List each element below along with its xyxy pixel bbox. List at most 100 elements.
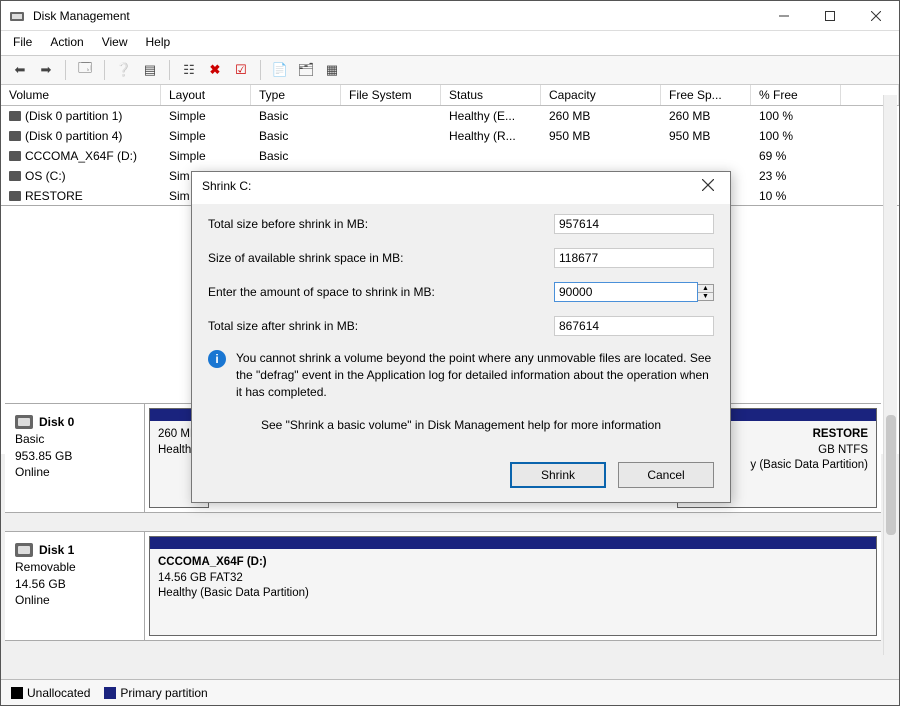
col-status[interactable]: Status <box>441 85 541 105</box>
volume-type: Basic <box>251 106 341 126</box>
menu-file[interactable]: File <box>13 35 32 49</box>
volume-fs <box>341 126 441 146</box>
legend: Unallocated Primary partition <box>1 679 899 705</box>
help-icon[interactable]: ❔ <box>113 59 135 81</box>
menu-bar: File Action View Help <box>1 31 899 55</box>
value-total-after <box>554 316 714 336</box>
toolbar: ⬅ ➡ 🗔 ❔ ▤ ☷ ✖ ☑ 📄 🗂 ▦ <box>1 55 899 85</box>
volume-free <box>661 146 751 166</box>
spinner-down-icon[interactable]: ▼ <box>698 293 713 300</box>
volume-free: 260 MB <box>661 106 751 126</box>
disk-type: Basic <box>15 431 134 448</box>
label-enter-amount: Enter the amount of space to shrink in M… <box>208 285 554 299</box>
menu-help[interactable]: Help <box>146 35 171 49</box>
volume-layout: Simple <box>161 126 251 146</box>
forward-icon[interactable]: ➡ <box>35 59 57 81</box>
info-icon: i <box>208 350 226 368</box>
close-button[interactable] <box>853 1 899 31</box>
volume-name: (Disk 0 partition 1) <box>25 109 122 123</box>
col-type[interactable]: Type <box>251 85 341 105</box>
shrink-button[interactable]: Shrink <box>510 462 606 488</box>
volume-pct: 100 % <box>751 126 841 146</box>
scrollbar[interactable] <box>883 95 897 655</box>
volume-type: Basic <box>251 126 341 146</box>
toolbar-separator <box>169 60 170 80</box>
volume-pct: 10 % <box>751 186 841 206</box>
volume-status: Healthy (R... <box>441 126 541 146</box>
volume-name: (Disk 0 partition 4) <box>25 129 122 143</box>
refresh-icon[interactable]: ☷ <box>178 59 200 81</box>
window-title: Disk Management <box>33 9 761 23</box>
back-icon[interactable]: ⬅ <box>9 59 31 81</box>
spinner-buttons[interactable]: ▲▼ <box>698 284 714 301</box>
maximize-button[interactable] <box>807 1 853 31</box>
value-total-before <box>554 214 714 234</box>
settings-icon[interactable]: ▦ <box>321 59 343 81</box>
col-pctfree[interactable]: % Free <box>751 85 841 105</box>
minimize-button[interactable] <box>761 1 807 31</box>
volume-capacity: 950 MB <box>541 126 661 146</box>
table-row[interactable]: CCCOMA_X64F (D:) Simple Basic 69 % <box>1 146 899 166</box>
col-capacity[interactable]: Capacity <box>541 85 661 105</box>
scrollbar-thumb[interactable] <box>886 415 896 535</box>
volume-free: 950 MB <box>661 126 751 146</box>
label-available: Size of available shrink space in MB: <box>208 251 554 265</box>
volume-type: Basic <box>251 146 341 166</box>
shrink-dialog: Shrink C: Total size before shrink in MB… <box>191 171 731 503</box>
volume-pct: 23 % <box>751 166 841 186</box>
table-row[interactable]: (Disk 0 partition 4) Simple Basic Health… <box>1 126 899 146</box>
volume-fs <box>341 106 441 126</box>
col-layout[interactable]: Layout <box>161 85 251 105</box>
toolbar-separator <box>260 60 261 80</box>
volume-name: CCCOMA_X64F (D:) <box>25 149 137 163</box>
volume-capacity <box>541 146 661 166</box>
window-titlebar: Disk Management <box>1 1 899 31</box>
spinner-up-icon[interactable]: ▲ <box>698 285 713 293</box>
volume-fs <box>341 146 441 166</box>
cancel-button[interactable]: Cancel <box>618 462 714 488</box>
volume-table-header: Volume Layout Type File System Status Ca… <box>1 85 899 106</box>
volume-layout: Simple <box>161 106 251 126</box>
volume-icon <box>9 191 21 201</box>
volume-name: RESTORE <box>25 189 83 203</box>
disk-name: Disk 0 <box>39 414 74 431</box>
volume-pct: 69 % <box>751 146 841 166</box>
col-filesystem[interactable]: File System <box>341 85 441 105</box>
volume-icon <box>9 151 21 161</box>
toolbar-separator <box>104 60 105 80</box>
properties-icon[interactable]: 🗔 <box>74 59 96 81</box>
legend-unallocated: Unallocated <box>11 686 90 700</box>
info-text: You cannot shrink a volume beyond the po… <box>236 350 714 400</box>
volume-icon <box>9 171 21 181</box>
app-icon <box>9 8 25 24</box>
label-total-after: Total size after shrink in MB: <box>208 319 554 333</box>
dialog-title: Shrink C: <box>202 179 251 193</box>
swatch-navy <box>104 687 116 699</box>
disk-info: Disk 0 Basic 953.85 GB Online <box>5 404 145 454</box>
table-row[interactable]: (Disk 0 partition 1) Simple Basic Health… <box>1 106 899 126</box>
col-free[interactable]: Free Sp... <box>661 85 751 105</box>
volume-icon <box>9 131 21 141</box>
volume-status: Healthy (E... <box>441 106 541 126</box>
value-available <box>554 248 714 268</box>
dialog-close-button[interactable] <box>696 178 720 194</box>
shrink-amount-input[interactable] <box>554 282 698 302</box>
check-icon[interactable]: ☑ <box>230 59 252 81</box>
volume-capacity: 260 MB <box>541 106 661 126</box>
legend-primary: Primary partition <box>104 686 207 700</box>
menu-action[interactable]: Action <box>50 35 83 49</box>
menu-view[interactable]: View <box>102 35 128 49</box>
explore-icon[interactable]: 🗂 <box>295 59 317 81</box>
panel-icon[interactable]: ▤ <box>139 59 161 81</box>
toolbar-separator <box>65 60 66 80</box>
volume-pct: 100 % <box>751 106 841 126</box>
disk-size: 953.85 GB <box>15 448 134 454</box>
help-text: See "Shrink a basic volume" in Disk Mana… <box>208 418 714 432</box>
label-total-before: Total size before shrink in MB: <box>208 217 554 231</box>
col-volume[interactable]: Volume <box>1 85 161 105</box>
volume-icon <box>9 111 21 121</box>
new-icon[interactable]: 📄 <box>269 59 291 81</box>
volume-name: OS (C:) <box>25 169 66 183</box>
delete-icon[interactable]: ✖ <box>204 59 226 81</box>
drive-icon <box>15 415 33 429</box>
